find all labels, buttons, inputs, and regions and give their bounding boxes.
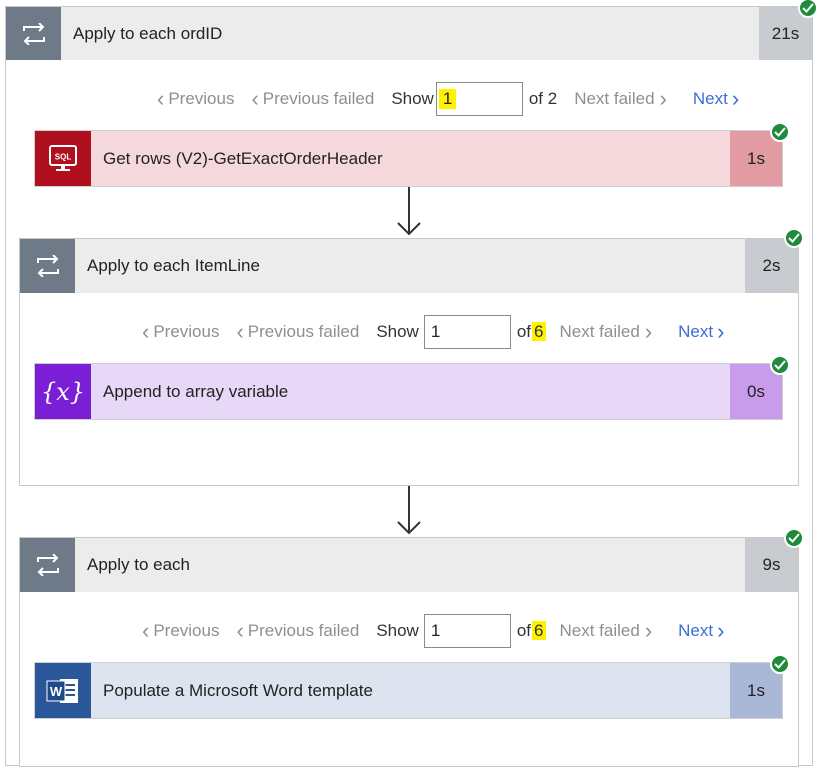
word-action-title: Populate a Microsoft Word template (103, 680, 373, 700)
append-action-title: Append to array variable (103, 381, 289, 401)
chevron-left-icon: ‹ (251, 86, 259, 111)
iteration-input[interactable]: 1 (423, 614, 511, 648)
next-button[interactable]: Next › (678, 321, 724, 343)
loop-icon (20, 538, 75, 592)
loop-icon (20, 239, 75, 293)
chevron-right-icon: › (731, 86, 740, 111)
chevron-left-icon: ‹ (236, 618, 244, 643)
chevron-left-icon: ‹ (142, 319, 150, 344)
previous-button[interactable]: ‹ Previous (157, 88, 234, 110)
previous-button[interactable]: ‹ Previous (142, 620, 219, 642)
of-count-label: of 6 (516, 621, 546, 640)
show-label: Show (376, 322, 419, 341)
variable-icon: {x} (35, 364, 91, 419)
previous-failed-button[interactable]: ‹ Previous failed (236, 620, 359, 642)
success-check-icon (798, 0, 818, 18)
chevron-left-icon: ‹ (142, 618, 150, 643)
each-pager: ‹ Previous ‹ Previous failed Show 1 of 6 Ne… (142, 613, 724, 649)
previous-failed-button[interactable]: ‹ Previous failed (251, 88, 374, 110)
of-count-label: of 2 (528, 89, 558, 108)
chevron-right-icon: › (717, 319, 725, 344)
success-check-icon (784, 228, 804, 248)
show-label: Show (391, 89, 434, 108)
chevron-right-icon: › (717, 618, 725, 643)
svg-text:SQL: SQL (55, 152, 72, 161)
next-failed-button[interactable]: Next failed › (574, 88, 671, 110)
flow-arrow-icon (396, 486, 422, 541)
outer-pager: ‹ Previous ‹ Previous failed Show 1 of 2 N… (157, 81, 739, 117)
previous-button[interactable]: ‹ Previous (142, 321, 219, 343)
each-loop-card: Apply to each 9s (19, 537, 799, 767)
itemline-pager: ‹ Previous ‹ Previous failed Show 1 of 6 Ne… (142, 314, 724, 350)
next-failed-button[interactable]: Next failed › (560, 620, 657, 642)
next-button[interactable]: Next › (693, 88, 739, 110)
loop-icon (6, 7, 61, 60)
flow-arrow-icon (396, 187, 422, 242)
each-loop-header[interactable]: Apply to each 9s (20, 538, 798, 592)
chevron-right-icon: › (644, 319, 653, 344)
previous-failed-button[interactable]: ‹ Previous failed (236, 321, 359, 343)
itemline-loop-title: Apply to each ItemLine (87, 256, 260, 275)
chevron-left-icon: ‹ (236, 319, 244, 344)
iteration-input[interactable]: 1 (435, 82, 523, 116)
sql-action-title: Get rows (V2)-GetExactOrderHeader (103, 148, 383, 168)
next-button[interactable]: Next › (678, 620, 724, 642)
sql-action-card[interactable]: SQL Get rows (V2)-GetExactOrderHeader 1s (34, 130, 783, 187)
success-check-icon (784, 528, 804, 548)
itemline-loop-card: Apply to each ItemLine 2s (19, 238, 799, 486)
chevron-left-icon: ‹ (157, 86, 165, 111)
itemline-loop-header[interactable]: Apply to each ItemLine 2s (20, 239, 798, 293)
iteration-input[interactable]: 1 (423, 315, 511, 349)
chevron-right-icon: › (644, 618, 653, 643)
svg-text:W: W (50, 684, 63, 699)
next-failed-button[interactable]: Next failed › (560, 321, 657, 343)
success-check-icon (770, 355, 790, 375)
success-check-icon (770, 654, 790, 674)
sql-icon: SQL (35, 131, 91, 186)
of-count-label: of 6 (516, 322, 546, 341)
append-action-card[interactable]: {x} Append to array variable 0s (34, 363, 783, 420)
success-check-icon (770, 122, 790, 142)
word-icon: W (35, 663, 91, 718)
show-label: Show (376, 621, 419, 640)
outer-loop-header[interactable]: Apply to each ordID 21s (6, 7, 812, 60)
outer-loop-title: Apply to each ordID (73, 23, 223, 43)
chevron-right-icon: › (659, 86, 667, 111)
each-loop-title: Apply to each (87, 555, 191, 574)
word-action-card[interactable]: W Populate a Microsoft Word template 1s (34, 662, 783, 719)
